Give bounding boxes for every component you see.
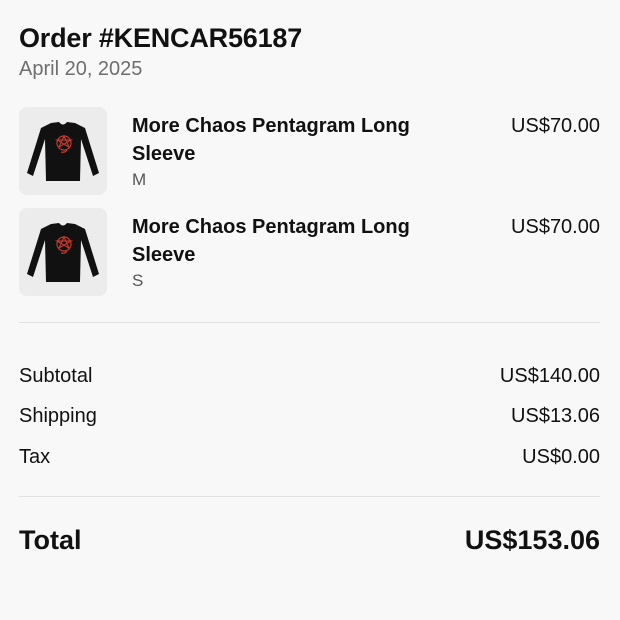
product-thumbnail xyxy=(19,107,107,195)
order-summary-page: Order #KENCAR56187 April 20, 2025 More C… xyxy=(0,0,620,620)
black-longsleeve-shirt-icon xyxy=(27,122,99,181)
order-title: Order #KENCAR56187 xyxy=(19,23,303,53)
product-variant: S xyxy=(132,271,144,290)
subtotal-value: US$140.00 xyxy=(499,365,600,387)
product-name: More Chaos Pentagram Long Sleeve xyxy=(132,216,410,266)
product-price: US$70.00 xyxy=(511,216,600,238)
order-date: April 20, 2025 xyxy=(19,58,143,80)
divider xyxy=(19,496,600,497)
subtotal-row: Subtotal US$140.00 xyxy=(19,362,600,390)
shipping-label: Shipping xyxy=(19,405,97,427)
total-row: Total US$153.06 xyxy=(19,522,600,558)
line-item: More Chaos Pentagram Long Sleeve S US$70… xyxy=(19,208,600,298)
tax-label: Tax xyxy=(19,446,51,468)
black-longsleeve-shirt-icon xyxy=(27,223,99,282)
tax-value: US$0.00 xyxy=(522,446,600,468)
shipping-value: US$13.06 xyxy=(511,405,600,427)
product-variant: M xyxy=(132,170,147,189)
line-item: More Chaos Pentagram Long Sleeve M US$70… xyxy=(19,107,600,197)
tax-row: Tax US$0.00 xyxy=(19,443,600,471)
product-price: US$70.00 xyxy=(511,115,600,137)
subtotal-label: Subtotal xyxy=(19,365,93,387)
shipping-row: Shipping US$13.06 xyxy=(19,402,600,430)
total-value: US$153.06 xyxy=(464,525,600,555)
product-thumbnail xyxy=(19,208,107,296)
product-name: More Chaos Pentagram Long Sleeve xyxy=(132,115,410,165)
total-label: Total xyxy=(19,525,82,555)
divider xyxy=(19,322,600,323)
